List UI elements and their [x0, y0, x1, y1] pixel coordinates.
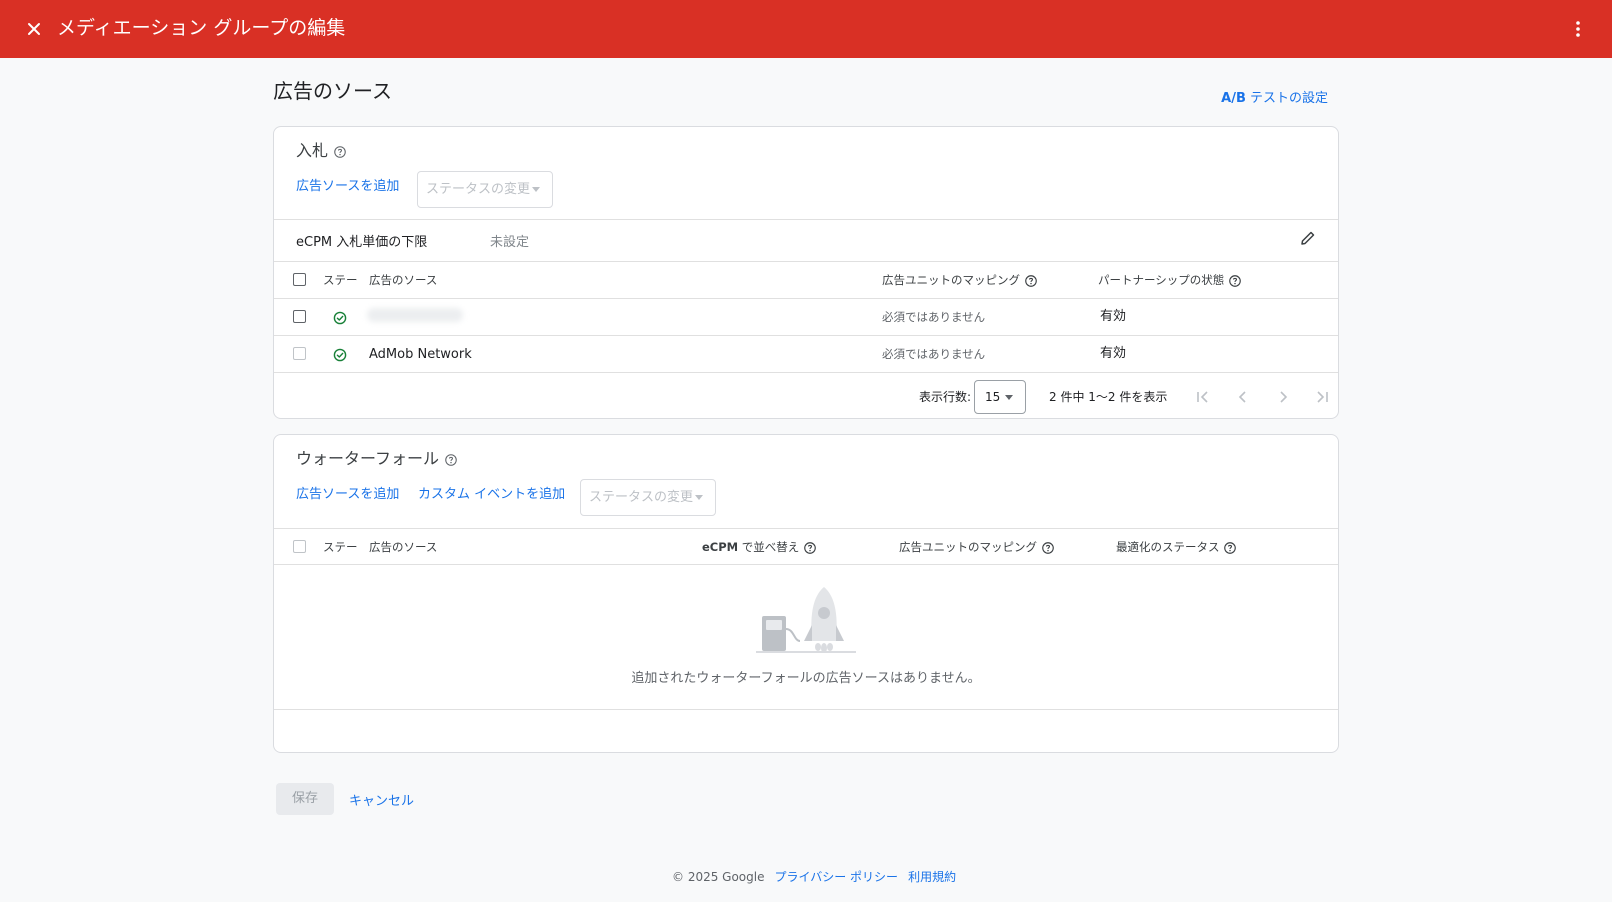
- more-vert-icon[interactable]: [1566, 17, 1590, 41]
- ecpm-floor-label: eCPM 入札単価の下限: [296, 235, 428, 250]
- bidding-add-source-link[interactable]: 広告ソースを追加: [296, 178, 399, 196]
- page-title: 広告のソース: [273, 79, 392, 103]
- bidding-status-dropdown[interactable]: ステータスの変更: [417, 171, 553, 208]
- prev-page-icon[interactable]: [1233, 387, 1253, 407]
- help-icon[interactable]: [803, 541, 817, 555]
- edit-pencil-icon[interactable]: [1298, 228, 1318, 248]
- page-header-title: メディエーション グループの編集: [57, 17, 346, 39]
- help-icon[interactable]: [1228, 274, 1242, 288]
- redacted-ad-source-name: [367, 308, 463, 322]
- row-partnership-value: 有効: [1100, 346, 1127, 361]
- rocket-illustration-icon: [756, 587, 856, 653]
- help-icon[interactable]: [1024, 274, 1038, 288]
- column-header-ad-unit-mapping[interactable]: 広告ユニットのマッピング: [882, 272, 1038, 288]
- column-header-ecpm-sort[interactable]: eCPM で並べ替え: [702, 539, 817, 555]
- waterfall-empty-message: 追加されたウォーターフォールの広告ソースはありません。: [631, 671, 981, 686]
- bidding-card: 入札 広告ソースを追加 ステータスの変更 eCPM 入札単価の下限 未設定 ステ…: [273, 126, 1339, 419]
- first-page-icon[interactable]: [1193, 387, 1213, 407]
- status-dropdown-label: ステータスの変更: [426, 182, 531, 197]
- rows-per-page-select[interactable]: 15: [974, 380, 1026, 414]
- sort-header-text: で並べ替え: [738, 540, 800, 554]
- help-icon[interactable]: [333, 145, 347, 159]
- row-ad-source-name[interactable]: AdMob Network: [369, 346, 472, 364]
- check-circle-icon: [333, 311, 347, 325]
- column-header-ad-source[interactable]: 広告のソース: [369, 272, 437, 288]
- row-checkbox[interactable]: [293, 347, 306, 360]
- row-mapping-value: 必須ではありません: [882, 310, 986, 324]
- column-header-ad-unit-mapping[interactable]: 広告ユニットのマッピング: [899, 539, 1055, 555]
- divider: [274, 709, 1338, 710]
- column-header-status[interactable]: ステー: [323, 539, 358, 555]
- copyright-text: © 2025 Google: [672, 870, 765, 884]
- dropdown-arrow-icon: [695, 495, 703, 500]
- ab-link-prefix: A/B: [1221, 91, 1246, 106]
- bidding-title-text: 入札: [296, 141, 329, 160]
- save-button[interactable]: 保存: [276, 783, 334, 815]
- column-header-status[interactable]: ステー: [323, 272, 358, 288]
- add-custom-event-link[interactable]: カスタム イベントを追加: [418, 486, 565, 504]
- help-icon[interactable]: [1223, 541, 1237, 555]
- divider: [274, 564, 1338, 565]
- rows-per-page-label: 表示行数:: [919, 390, 972, 404]
- optimization-header-text: 最適化のステータス: [1116, 540, 1220, 554]
- ab-test-settings-link[interactable]: A/B テストの設定: [1221, 87, 1328, 106]
- row-partnership-value: 有効: [1100, 309, 1127, 324]
- divider: [274, 528, 1338, 529]
- divider: [274, 298, 1338, 299]
- column-header-partnership[interactable]: パートナーシップの状態: [1098, 272, 1242, 288]
- divider: [274, 261, 1338, 262]
- waterfall-add-source-link[interactable]: 広告ソースを追加: [296, 486, 399, 504]
- bidding-section-title: 入札: [296, 139, 347, 163]
- terms-link[interactable]: 利用規約: [908, 870, 956, 884]
- select-all-checkbox[interactable]: [293, 540, 306, 553]
- status-dropdown-label: ステータスの変更: [589, 490, 694, 505]
- select-all-checkbox[interactable]: [293, 273, 306, 286]
- cancel-button[interactable]: キャンセル: [349, 790, 414, 809]
- waterfall-status-dropdown[interactable]: ステータスの変更: [580, 479, 716, 516]
- app-header: メディエーション グループの編集: [0, 0, 1612, 58]
- ab-link-suffix: テストの設定: [1245, 91, 1328, 106]
- ecpm-floor-value: 未設定: [490, 235, 530, 250]
- waterfall-title-text: ウォーターフォール: [296, 449, 440, 468]
- help-icon[interactable]: [444, 453, 458, 467]
- close-icon[interactable]: [22, 17, 46, 41]
- next-page-icon[interactable]: [1273, 387, 1293, 407]
- check-circle-icon: [333, 348, 347, 362]
- last-page-icon[interactable]: [1312, 387, 1332, 407]
- waterfall-card: ウォーターフォール 広告ソースを追加 カスタム イベントを追加 ステータスの変更…: [273, 434, 1339, 753]
- pagination-range-text: 2 件中 1〜2 件を表示: [1049, 390, 1168, 404]
- mapping-header-text: 広告ユニットのマッピング: [882, 273, 1020, 287]
- ecpm-header-text: eCPM: [702, 540, 739, 554]
- partnership-header-text: パートナーシップの状態: [1098, 273, 1225, 287]
- help-icon[interactable]: [1041, 541, 1055, 555]
- divider: [274, 372, 1338, 373]
- footer: © 2025 Google プライバシー ポリシー 利用規約: [672, 868, 956, 885]
- row-checkbox[interactable]: [293, 310, 306, 323]
- dropdown-arrow-icon: [532, 187, 540, 192]
- mapping-header-text: 広告ユニットのマッピング: [899, 540, 1037, 554]
- privacy-policy-link[interactable]: プライバシー ポリシー: [774, 870, 898, 884]
- column-header-optimization-status[interactable]: 最適化のステータス: [1116, 539, 1237, 555]
- column-header-ad-source[interactable]: 広告のソース: [369, 539, 437, 555]
- divider: [274, 219, 1338, 220]
- divider: [274, 335, 1338, 336]
- rows-per-page-value: 15: [985, 390, 1001, 404]
- row-mapping-value: 必須ではありません: [882, 347, 986, 361]
- waterfall-section-title: ウォーターフォール: [296, 447, 458, 471]
- dropdown-arrow-icon: [1005, 395, 1013, 400]
